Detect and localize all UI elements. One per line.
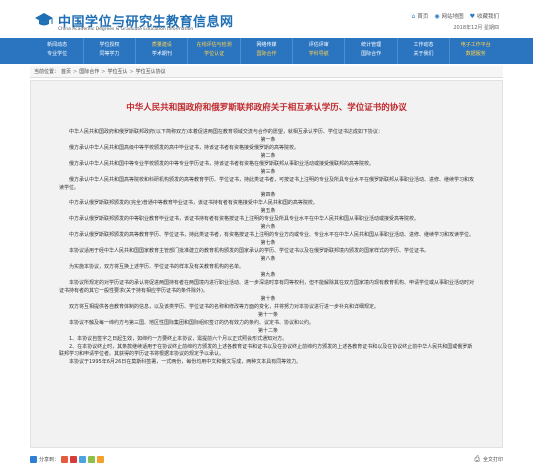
sitemap-link[interactable]: ◉ 网站地图 [434, 12, 464, 21]
nav-item-label-top[interactable]: 新闻动态 [32, 41, 83, 50]
article-paragraph: 本协议所规定的对学历证书的承认将促进两国持有者在两国境内进行职业活动、进一步深造… [59, 280, 475, 294]
nav-item[interactable]: 质量建设 学术期刊 [136, 38, 189, 64]
article-title: 中华人民共和国政府和俄罗斯联邦政府关于相互承认学历、学位证书的协议 [126, 103, 407, 113]
article-paragraph: 本协议适用于经中华人民共和国国家教育主管部门批准建立的教育机构颁发的国家承认的学… [69, 248, 430, 255]
nav-item-label-bottom[interactable]: 关于我们 [398, 50, 449, 59]
nav-item[interactable]: 新闻动态 专业学位 [32, 38, 84, 64]
article-clause-heading: 第十二条 [257, 327, 278, 334]
breadcrumb-item-intl[interactable]: 国际合作 [79, 68, 99, 75]
main-nav: 新闻动态 专业学位 学位授权 同等学力 质量建设 学术期刊 在线评估与检测 学位认证 网络传媒国… [0, 38, 533, 64]
article-paragraph: 俄方承认中华人民共和国中等专业学校颁发的中等专业学历证书，持该证书者有资格在俄罗… [69, 160, 375, 167]
nav-item-label-bottom[interactable]: 学科导航 [293, 50, 344, 59]
site-header: 中国学位与研究生教育信息网 China Academic Degrees & G… [0, 0, 533, 38]
bookmark-link[interactable]: ♥ 收藏我们 [469, 12, 499, 21]
share-more-icon[interactable] [97, 455, 105, 463]
breadcrumb-separator: > [129, 68, 134, 75]
breadcrumb-separator: > [73, 68, 78, 75]
nav-item-label-bottom[interactable]: 国际合作 [345, 50, 396, 59]
article-paragraph: 中方承认俄罗斯联邦颁发的(完全)普通中等教育毕业证书，该证书持有者有资格接受中华… [69, 200, 318, 207]
share-tencent-icon[interactable] [79, 455, 87, 463]
share-weibo-icon[interactable] [70, 455, 78, 463]
breadcrumb: 当前位置： 首页 > 国际合作 > 学位互认 > 学位互认协议 [30, 66, 503, 78]
graduation-cap-logo-icon[interactable] [34, 10, 54, 30]
article-clause-heading: 第二条 [260, 152, 276, 159]
site-subtitle: China Academic Degrees & Graduate Educat… [58, 27, 194, 32]
article-paragraph: 俄方承认中华人民共和国高等院校和科研机构颁发的高等教育学历、学位证书，持此类证书… [59, 176, 475, 191]
breadcrumb-item-home[interactable]: 首页 [61, 68, 71, 75]
bookmark-link-label: 收藏我们 [476, 14, 499, 20]
nav-item[interactable]: 统计管理 国际合作 [345, 38, 398, 64]
nav-item-label-bottom[interactable]: 国际合作 [241, 50, 292, 59]
article-clause-heading: 第十条 [260, 295, 276, 302]
nav-item-label-bottom[interactable]: 学位认证 [188, 50, 239, 59]
nav-item-label-top[interactable]: 网络传媒 [241, 41, 292, 50]
nav-item-label-top[interactable]: 质量建设 [136, 41, 187, 50]
article-body: 中华人民共和国政府和俄罗斯联邦政府(以下简称双方)本着促进两国在教育领域交流与合… [59, 129, 477, 367]
nav-item[interactable]: 工作动态 关于我们 [398, 38, 451, 64]
share-qzone-icon[interactable] [61, 455, 69, 463]
article-clause-heading: 第五条 [260, 208, 276, 215]
bookmark-icon: ♥ [469, 12, 475, 20]
nav-item-label-top[interactable]: 统计管理 [345, 41, 396, 50]
article-paragraph: 中方承认俄罗斯联邦颁发的中等职业教育毕业证书，该证书持有者有资格按证书上注明的专… [69, 216, 420, 223]
breadcrumb-item-mutual[interactable]: 学位互认 [107, 68, 127, 75]
home-icon: ⌂ [411, 12, 416, 20]
home-link-label: 首页 [417, 14, 429, 20]
article-paragraph: 中方承认俄罗斯联邦颁发的高等教育学历、学位证书，持此类证书者，有资格按证书上注明… [69, 232, 475, 239]
share-bar: 分享到： [30, 455, 105, 463]
breadcrumb-item-current[interactable]: 学位互认协议 [136, 68, 166, 75]
sitemap-link-label: 网站地图 [441, 14, 464, 20]
home-link[interactable]: ⌂ 首页 [411, 12, 429, 21]
article-clause-heading: 第十一条 [257, 311, 278, 318]
date-text: 2018年12月 星期四 [453, 25, 499, 31]
nav-item-label-bottom[interactable]: 专业学位 [32, 50, 83, 59]
article-clause-heading: 第七条 [260, 240, 276, 247]
nav-item[interactable]: 电子工作平台 数据服务 [450, 38, 501, 64]
nav-item[interactable]: 评估评审 学科导航 [293, 38, 346, 64]
article-paragraph: 中华人民共和国政府和俄罗斯联邦政府(以下简称双方)本着促进两国在教育领域交流与合… [69, 129, 383, 135]
nav-item-label-top[interactable]: 学位授权 [84, 41, 135, 50]
nav-item[interactable]: 网络传媒 国际合作 [241, 38, 294, 64]
article-paragraph: 2、在本协议终止时，其条款继续适用于在协议终止前缔约方颁发的上述各教育证书和证书… [59, 343, 473, 358]
article-clause-heading: 第三条 [260, 168, 276, 175]
article-clause-heading: 第四条 [260, 192, 276, 199]
article-paragraph: 本协议于1995年6月26日在莫斯科签署，一式两份，每份均用中文和俄文写成，两种… [69, 359, 302, 366]
printer-icon: ⎙ [474, 454, 480, 463]
article-clause-heading: 第九条 [260, 272, 276, 279]
nav-item-label-bottom[interactable]: 同等学力 [84, 50, 135, 59]
top-links: ⌂ 首页 ◉ 网站地图 ♥ 收藏我们 [411, 12, 500, 21]
article-paragraph: 1、本协议自签字之日起生效，如缔约一方要终止本协议，需提前六个月以正式照会形式通… [69, 335, 288, 342]
share-label: 分享到： [39, 456, 60, 463]
nav-item-label-top[interactable]: 电子工作平台 [450, 41, 501, 50]
article-paragraph: 俄方承认中华人民共和国高级中等学校颁发的高中毕业证书，持该证书者有资格接受俄罗斯… [69, 144, 300, 151]
print-label: 全文打印 [482, 456, 503, 463]
article-paragraph: 双方将互相提供各自教育体制的信息，以及该类学历、学位证书的名称和修改等方面的变化… [69, 303, 380, 310]
nav-item-label-top[interactable]: 评估评审 [293, 41, 344, 50]
nav-item-label-bottom[interactable]: 学术期刊 [136, 50, 187, 59]
nav-item-label-top[interactable]: 在线评估与检测 [188, 41, 239, 50]
article-footer: 分享到： ⎙ 全文打印 [30, 452, 503, 466]
article-paragraph: 为实施本协议，双方将互换上述学历、学位证书的样本及有关教育机构的名单。 [69, 264, 245, 271]
share-renren-icon[interactable] [88, 455, 96, 463]
article-clause-heading: 第八条 [260, 256, 276, 263]
nav-item-label-bottom[interactable]: 数据服务 [450, 50, 501, 59]
sitemap-icon: ◉ [434, 12, 440, 20]
nav-item[interactable]: 学位授权 同等学力 [84, 38, 137, 64]
breadcrumb-separator: > [101, 68, 106, 75]
article-paragraph: 本协议不触及每一缔约方与第三国、地区性国际集团和国际组织签订的仍有效力的条约、议… [69, 319, 315, 326]
nav-item[interactable]: 在线评估与检测 学位认证 [188, 38, 241, 64]
main-nav-items: 新闻动态 专业学位 学位授权 同等学力 质量建设 学术期刊 在线评估与检测 学位认证 网络传媒国… [32, 38, 502, 64]
article-clause-heading: 第六条 [260, 224, 276, 231]
nav-item-label-top[interactable]: 工作动态 [398, 41, 449, 50]
share-plus-icon[interactable] [30, 455, 37, 463]
article-clause-heading: 第一条 [260, 136, 276, 143]
breadcrumb-prefix: 当前位置： [34, 69, 60, 75]
print-button[interactable]: ⎙ 全文打印 [474, 455, 503, 464]
article-panel: 中华人民共和国政府和俄罗斯联邦政府关于相互承认学历、学位证书的协议 中华人民共和… [30, 80, 503, 448]
